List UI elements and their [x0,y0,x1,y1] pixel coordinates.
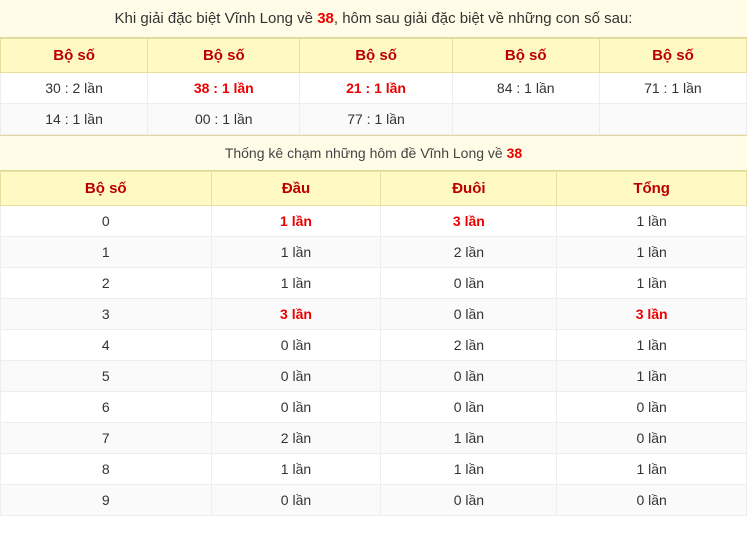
stats-dau: 0 lần [211,485,381,516]
stats-duoi: 0 lần [381,268,557,299]
stats-duoi: 0 lần [381,299,557,330]
stats-tong: 1 lần [557,454,747,485]
stats-dau: 1 lần [211,206,381,237]
cell: 38 : 1 lần [148,73,300,104]
stats-row: 90 lần0 lần0 lần [1,485,747,516]
section-divider: Thống kê chạm những hôm đề Vĩnh Long về … [0,135,747,171]
stats-dau: 0 lần [211,330,381,361]
col-header-5: Bộ số [599,39,746,73]
cell [452,104,599,135]
header-text-after: , hôm sau giải đặc biệt về những con số … [334,10,633,27]
header-section: Khi giải đặc biệt Vĩnh Long về 38, hôm s… [0,0,747,38]
stats-bo-so: 0 [1,206,212,237]
cell: 84 : 1 lần [452,73,599,104]
stats-tong: 3 lần [557,299,747,330]
stats-row: 33 lần0 lần3 lần [1,299,747,330]
stats-tong: 1 lần [557,330,747,361]
divider-number: 38 [507,145,523,161]
stats-dau: 2 lần [211,423,381,454]
bo-so-table: Bộ số Bộ số Bộ số Bộ số Bộ số 30 : 2 lần… [0,38,747,135]
cell: 30 : 2 lần [1,73,148,104]
col-header-1: Bộ số [1,39,148,73]
stats-tong: 1 lần [557,237,747,268]
stats-row: 40 lần2 lần1 lần [1,330,747,361]
stats-dau: 0 lần [211,361,381,392]
stats-tong: 0 lần [557,392,747,423]
col-header-3: Bộ số [300,39,452,73]
divider-text-before: Thống kê chạm những hôm đề Vĩnh Long về [225,145,507,161]
stats-bo-so: 7 [1,423,212,454]
stats-row: 81 lần1 lần1 lần [1,454,747,485]
col-header-4: Bộ số [452,39,599,73]
stats-bo-so: 2 [1,268,212,299]
stats-col-tong: Tổng [557,172,747,206]
stats-tong: 0 lần [557,485,747,516]
stats-duoi: 0 lần [381,392,557,423]
cell: 14 : 1 lần [1,104,148,135]
bo-so-section: Bộ số Bộ số Bộ số Bộ số Bộ số 30 : 2 lần… [0,38,747,135]
cell: 00 : 1 lần [148,104,300,135]
stats-row: 01 lần3 lần1 lần [1,206,747,237]
stats-duoi: 2 lần [381,330,557,361]
stats-tong: 1 lần [557,361,747,392]
stats-row: 72 lần1 lần0 lần [1,423,747,454]
stats-bo-so: 4 [1,330,212,361]
stats-bo-so: 8 [1,454,212,485]
stats-duoi: 0 lần [381,485,557,516]
stats-tong: 0 lần [557,423,747,454]
header-text-before: Khi giải đặc biệt Vĩnh Long về [115,10,318,27]
col-header-2: Bộ số [148,39,300,73]
stats-dau: 1 lần [211,454,381,485]
stats-duoi: 0 lần [381,361,557,392]
stats-duoi: 2 lần [381,237,557,268]
stats-dau: 1 lần [211,237,381,268]
stats-row: 21 lần0 lần1 lần [1,268,747,299]
cell [599,104,746,135]
stats-dau: 0 lần [211,392,381,423]
cell: 77 : 1 lần [300,104,452,135]
stats-bo-so: 1 [1,237,212,268]
stats-bo-so: 5 [1,361,212,392]
table-row: 14 : 1 lần 00 : 1 lần 77 : 1 lần [1,104,747,135]
stats-tong: 1 lần [557,206,747,237]
stats-section: Bộ số Đầu Đuôi Tổng 01 lần3 lần1 lần11 l… [0,171,747,516]
stats-dau: 3 lần [211,299,381,330]
stats-duoi: 1 lần [381,454,557,485]
stats-duoi: 1 lần [381,423,557,454]
cell: 71 : 1 lần [599,73,746,104]
stats-dau: 1 lần [211,268,381,299]
stats-row: 60 lần0 lần0 lần [1,392,747,423]
stats-col-dau: Đầu [211,172,381,206]
table-row: 30 : 2 lần 38 : 1 lần 21 : 1 lần 84 : 1 … [1,73,747,104]
stats-tong: 1 lần [557,268,747,299]
stats-bo-so: 9 [1,485,212,516]
stats-table: Bộ số Đầu Đuôi Tổng 01 lần3 lần1 lần11 l… [0,171,747,516]
cell: 21 : 1 lần [300,73,452,104]
header-number: 38 [317,10,334,27]
stats-col-duoi: Đuôi [381,172,557,206]
stats-bo-so: 3 [1,299,212,330]
stats-duoi: 3 lần [381,206,557,237]
stats-row: 11 lần2 lần1 lần [1,237,747,268]
stats-col-bo-so: Bộ số [1,172,212,206]
stats-bo-so: 6 [1,392,212,423]
stats-row: 50 lần0 lần1 lần [1,361,747,392]
